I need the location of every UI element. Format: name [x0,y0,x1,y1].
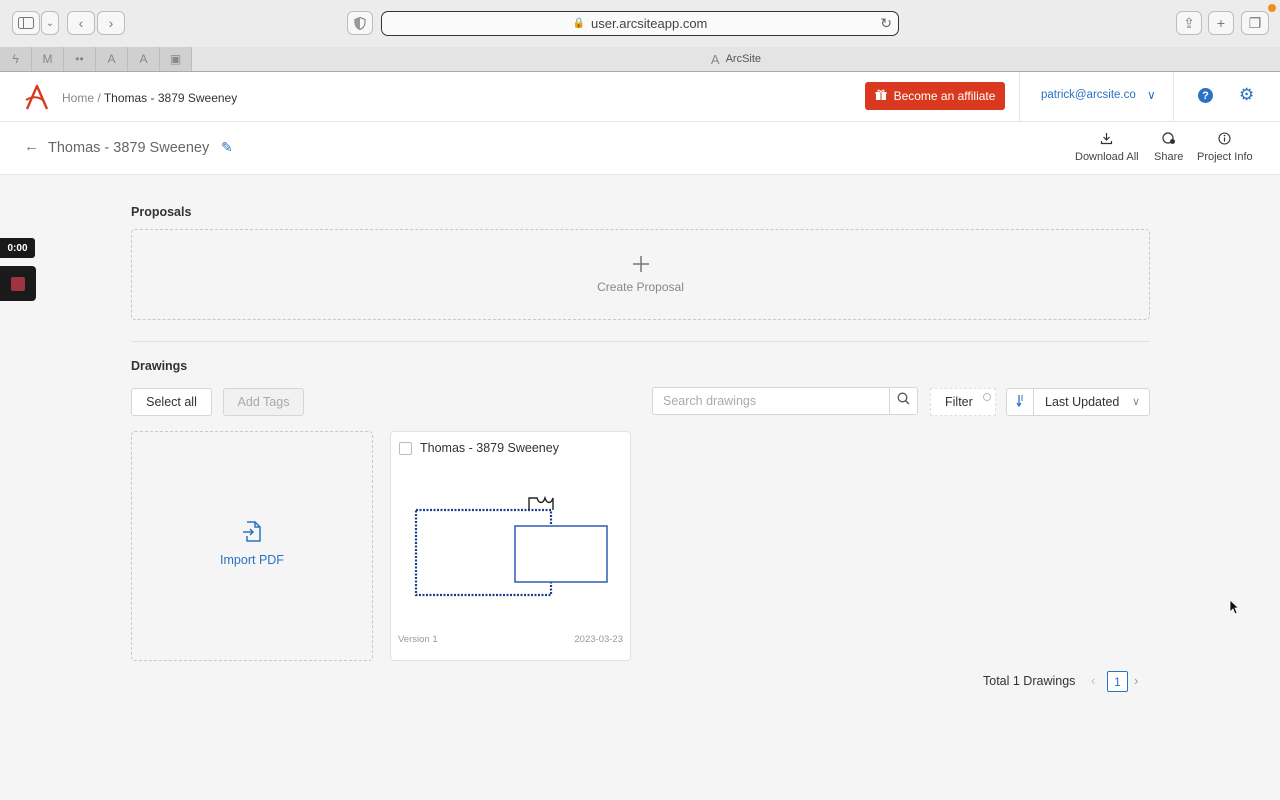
back-nav-icon[interactable]: ‹ [67,11,95,35]
breadcrumb-separator: / [97,91,101,105]
pinned-tab-2[interactable]: M [32,47,64,71]
breadcrumb-current: Thomas - 3879 Sweeney [103,91,238,105]
drawing-date: 2023-03-23 [574,634,623,645]
help-icon[interactable]: ? [1198,88,1213,103]
select-all-button[interactable]: Select all [131,388,212,416]
tab-menu-chevron-icon[interactable]: ⌄ [41,11,59,35]
page-number[interactable]: 1 [1107,671,1128,692]
breadcrumb: Home / Thomas - 3879 Sweeney [62,91,237,105]
share-page-icon[interactable]: ⇪ [1176,11,1202,35]
download-icon [1075,132,1139,148]
chevron-left-icon[interactable]: ‹ [1091,673,1095,688]
import-file-icon [132,520,372,549]
import-pdf-button[interactable]: Import PDF [131,431,373,661]
drawing-name: Thomas - 3879 Sweeney [420,441,559,455]
arcsite-favicon-icon: A [710,51,720,67]
drawing-version: Version 1 [398,634,438,645]
chevron-down-icon[interactable]: ∨ [1147,88,1156,102]
download-all-label: Download All [1075,151,1139,163]
sidebar-toggle-icon[interactable] [12,11,40,35]
recording-timer: 0:00 [0,238,35,258]
breadcrumb-home[interactable]: Home [62,91,94,105]
active-tab[interactable]: A ArcSite [192,47,1280,71]
sort-value: Last Updated [1045,395,1120,409]
browser-toolbar: ⌄ ‹ › 🔒 user.arcsiteapp.com ↻ ⇪ + ❐ [0,0,1280,47]
active-tab-title: ArcSite [725,53,762,65]
app-header: Home / Thomas - 3879 Sweeney Become an a… [0,72,1280,122]
header-divider [1173,72,1174,121]
chevron-down-icon: ∨ [1131,396,1140,408]
section-divider [131,341,1150,342]
project-bar: ← Thomas - 3879 Sweeney ✎ Download All S… [0,122,1280,175]
search-icon [897,392,910,410]
url-text: user.arcsiteapp.com [591,16,708,31]
stop-recording-button[interactable] [0,266,36,301]
share-label: Share [1154,151,1184,163]
edit-pencil-icon[interactable]: ✎ [221,139,233,156]
pinned-tab-1[interactable]: ϟ [0,47,32,71]
download-all-button[interactable]: Download All [1075,132,1139,163]
pinned-tab-4[interactable]: A [96,47,128,71]
project-info-label: Project Info [1197,151,1253,163]
tab-bar: ϟ M •• A A ▣ A ArcSite [0,47,1280,72]
affiliate-label: Become an affiliate [893,89,996,103]
become-affiliate-button[interactable]: Become an affiliate [865,82,1005,110]
drawing-card[interactable]: Thomas - 3879 Sweeney Version 1 2023-03-… [390,431,631,661]
total-drawings: Total 1 Drawings [983,674,1076,688]
new-tab-icon[interactable]: + [1208,11,1234,35]
back-arrow-icon[interactable]: ← [24,138,39,155]
lock-icon: 🔒 [572,18,586,29]
share-button[interactable]: Share [1154,132,1183,163]
account-email[interactable]: patrick@arcsite.co [1041,89,1136,101]
sort-select[interactable]: Last Updated ∨ [1033,388,1150,416]
stop-icon [11,276,25,291]
privacy-shield-icon[interactable] [347,11,373,35]
pinned-tab-5[interactable]: A [128,47,160,71]
arcsite-logo[interactable] [22,82,52,112]
project-info-button[interactable]: Project Info [1197,132,1253,163]
search-drawings-input[interactable] [652,387,890,415]
share-icon [1154,132,1183,148]
plus-icon [132,250,1149,281]
sort-arrow-icon [1016,394,1024,410]
tab-overview-icon[interactable]: ❐ [1241,11,1269,35]
filter-button[interactable]: Filter [930,388,996,416]
reload-icon[interactable]: ↻ [880,15,892,32]
create-proposal-label: Create Proposal [597,280,684,294]
sort-direction-button[interactable] [1006,388,1034,416]
notification-dot [1268,4,1276,12]
gift-icon [875,89,887,104]
filter-indicator [983,393,991,401]
drawings-heading: Drawings [131,359,188,373]
proposals-heading: Proposals [131,205,192,219]
pinned-tab-6[interactable]: ▣ [160,47,192,71]
create-proposal-button[interactable]: Create Proposal [131,229,1150,320]
search-button[interactable] [889,387,918,415]
filter-label: Filter [945,395,973,409]
mouse-cursor-icon [1229,599,1240,620]
address-bar[interactable]: 🔒 user.arcsiteapp.com ↻ [381,11,899,36]
drawing-thumbnail [411,490,611,605]
forward-nav-icon[interactable]: › [97,11,125,35]
pinned-tab-3[interactable]: •• [64,47,96,71]
chevron-right-icon[interactable]: › [1134,673,1138,688]
header-divider [1019,72,1020,121]
drawing-checkbox[interactable] [399,442,412,455]
import-pdf-label: Import PDF [220,553,284,567]
add-tags-button[interactable]: Add Tags [223,388,304,416]
info-icon [1197,132,1253,148]
project-title: Thomas - 3879 Sweeney [48,140,210,156]
gear-icon[interactable]: ⚙ [1239,85,1254,105]
